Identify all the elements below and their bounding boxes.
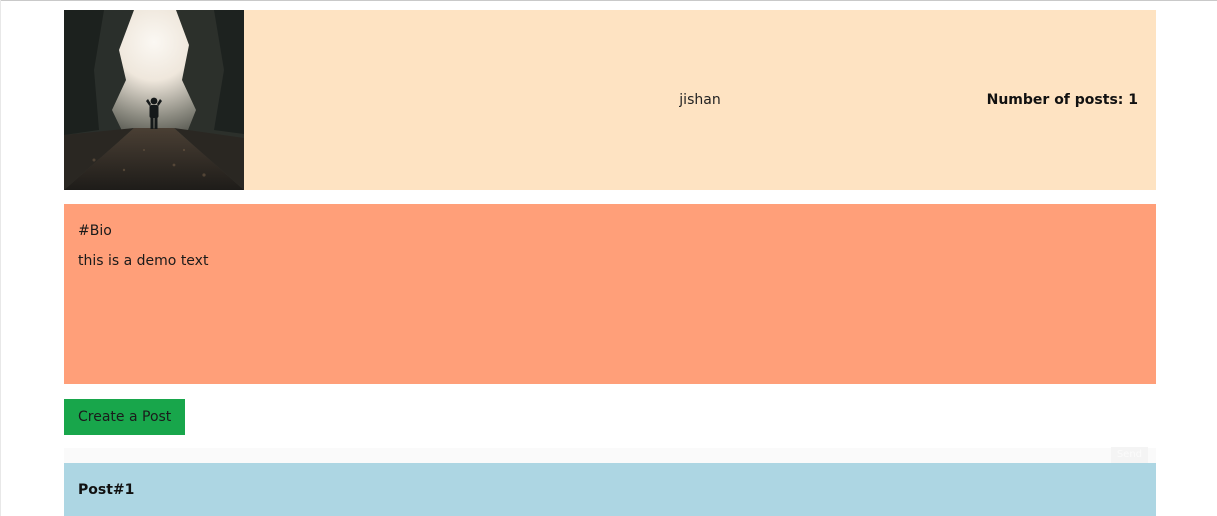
bio-heading: #Bio [78,223,112,239]
avatar [64,10,244,190]
post-title: Post#1 [78,481,135,498]
post-toolbar: Send [64,447,1156,463]
create-post-button[interactable]: Create a Post [64,399,186,435]
profile-photo-icon [64,10,244,190]
bio-section: #Bio this is a demo text [64,204,1156,384]
profile-header: jishan Number of posts: 1 [64,10,1156,190]
post-send-button[interactable]: Send [1110,447,1148,463]
left-border [0,0,1,516]
post-count: Number of posts: 1 [986,92,1138,108]
profile-page: jishan Number of posts: 1 #Bio this is a… [64,10,1156,516]
bio-text: this is a demo text [78,253,209,269]
top-border [0,0,1217,1]
post-card: Post#1 [64,463,1156,516]
